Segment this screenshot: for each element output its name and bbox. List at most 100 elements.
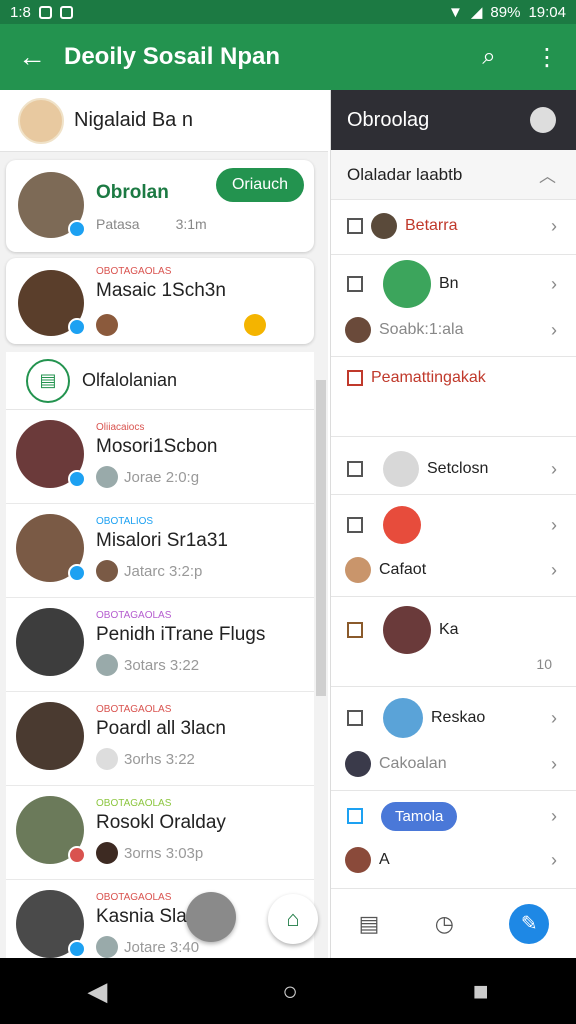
mini-avatar bbox=[96, 560, 118, 582]
mini-avatar bbox=[371, 213, 397, 239]
back-button[interactable]: ← bbox=[0, 41, 64, 73]
status-time: 19:04 bbox=[528, 3, 566, 21]
chevron-right-icon: › bbox=[551, 319, 557, 340]
section-header[interactable]: ▤ Olfalolanian bbox=[6, 352, 314, 410]
item-label: Cakoalan bbox=[379, 755, 447, 772]
chevron-right-icon: › bbox=[551, 458, 557, 479]
status-bar: 1:8 ▼ ◢ 89% 19:04 bbox=[0, 0, 576, 24]
chevron-up-icon: ︿ bbox=[539, 167, 556, 186]
row-sub-text: Jorae 2:0:g bbox=[124, 468, 200, 486]
avatar bbox=[383, 506, 421, 544]
mini-avatar bbox=[345, 751, 371, 777]
item-label: Ka bbox=[439, 621, 459, 638]
avatar bbox=[16, 514, 86, 582]
panel-toolbar: ▤ ◷ ✎ bbox=[331, 888, 576, 958]
checkbox[interactable] bbox=[347, 517, 363, 533]
card-sub-text: Patasa bbox=[96, 216, 140, 232]
checkbox[interactable] bbox=[347, 710, 363, 726]
verified-badge-icon bbox=[68, 220, 86, 238]
avatar bbox=[16, 608, 84, 676]
avatar bbox=[18, 172, 86, 238]
list-item[interactable]: OBOTAGAOLAS Poardl all 3lacn 3orhs 3:22 bbox=[6, 692, 314, 786]
panel-item[interactable]: A › bbox=[331, 838, 576, 882]
mini-avatar bbox=[96, 466, 118, 488]
chevron-right-icon: › bbox=[551, 707, 557, 728]
back-nav-icon[interactable]: ◀ bbox=[87, 976, 107, 1007]
mini-avatar bbox=[96, 314, 118, 336]
checkbox[interactable] bbox=[347, 218, 363, 234]
calendar-icon: ▤ bbox=[26, 358, 70, 403]
chevron-right-icon: › bbox=[551, 805, 557, 826]
wifi-icon: ▼ bbox=[448, 3, 463, 21]
row-tag: OBOTAGAOLAS bbox=[96, 892, 172, 903]
row-name: Poardl all 3lacn bbox=[96, 718, 226, 739]
app-icon bbox=[59, 5, 73, 19]
card-action-button[interactable]: Oriauch bbox=[215, 168, 304, 202]
row-sub-text: Jatarc 3:2:p bbox=[124, 562, 203, 580]
checkbox[interactable] bbox=[347, 461, 363, 477]
row-tag: OBOTALIOS bbox=[96, 516, 154, 527]
more-menu-button[interactable]: ⋮ bbox=[518, 43, 576, 72]
home-button[interactable]: ⌂ bbox=[268, 894, 318, 944]
avatar bbox=[383, 260, 431, 308]
search-button[interactable]: ⌕ bbox=[460, 43, 518, 71]
panel-item[interactable]: Bn › bbox=[331, 256, 576, 312]
chevron-right-icon: › bbox=[551, 273, 557, 294]
scrollbar[interactable] bbox=[316, 380, 326, 696]
item-label: A bbox=[379, 851, 390, 868]
panel-item[interactable]: Cakoalan › bbox=[331, 742, 576, 786]
list-item[interactable]: OBOTAGAOLAS Penidh iTrane Flugs 3otars 3… bbox=[6, 598, 314, 692]
chat-bubble-button[interactable] bbox=[186, 892, 236, 942]
avatar bbox=[16, 702, 84, 770]
mini-avatar bbox=[96, 748, 118, 770]
row-tag: Oliiacaiocs bbox=[96, 422, 145, 433]
calendar-icon[interactable]: ▤ bbox=[359, 911, 380, 937]
panel-item[interactable]: Ka bbox=[331, 602, 576, 658]
panel-item[interactable]: › bbox=[331, 500, 576, 550]
panel-item[interactable]: Peamattingakak bbox=[331, 356, 576, 400]
card-sub bbox=[96, 314, 266, 336]
item-label: Betarra bbox=[405, 217, 458, 234]
row-sub: 3orns 3:03p bbox=[96, 842, 203, 864]
account-icon[interactable] bbox=[530, 107, 556, 133]
home-nav-icon[interactable]: ○ bbox=[282, 976, 298, 1007]
checkbox[interactable] bbox=[347, 622, 363, 638]
mini-avatar bbox=[345, 317, 371, 343]
chat-list: Oliiacaiocs Mosori1Scbon Jorae 2:0:g OBO… bbox=[6, 410, 314, 958]
mini-avatar bbox=[96, 936, 118, 958]
row-sub-text: 3otars 3:22 bbox=[124, 656, 200, 674]
checkbox[interactable] bbox=[347, 370, 363, 386]
featured-card[interactable]: Obrolan Patasa 3:1m Oriauch bbox=[6, 160, 314, 252]
row-name: Kasnia Sla bbox=[96, 906, 187, 927]
panel-subheader[interactable]: Olaladar laabtb ︿ bbox=[331, 150, 576, 200]
panel-item[interactable]: Soabk:1:ala › bbox=[331, 308, 576, 352]
mini-avatar bbox=[96, 842, 118, 864]
app-bar: ← Deoily Sosail Npan ⌕ ⋮ bbox=[0, 24, 576, 90]
item-chip[interactable]: Tamola bbox=[381, 801, 458, 831]
checkbox[interactable] bbox=[347, 276, 363, 292]
notification-icon bbox=[38, 5, 52, 19]
row-name: Mosori1Scbon bbox=[96, 436, 218, 457]
list-item[interactable]: Oliiacaiocs Mosori1Scbon Jorae 2:0:g bbox=[6, 410, 314, 504]
row-sub-text: Jotare 3:40 bbox=[124, 938, 200, 956]
row-sub: 3otars 3:22 bbox=[96, 654, 199, 676]
chevron-right-icon: › bbox=[551, 514, 557, 535]
profile-row[interactable]: Nigalaid Ba n bbox=[0, 90, 328, 152]
panel-item[interactable]: Reskao › bbox=[331, 690, 576, 746]
panel-item[interactable]: Betarra › bbox=[331, 204, 576, 248]
checkbox[interactable] bbox=[347, 808, 363, 824]
list-item[interactable]: OBOTAGAOLAS Rosokl Oralday 3orns 3:03p bbox=[6, 786, 314, 880]
list-item[interactable]: OBOTALIOS Misalori Sr1a31 Jatarc 3:2:p bbox=[6, 504, 314, 598]
compose-button[interactable]: ✎ bbox=[509, 903, 550, 944]
panel-item[interactable]: Setclosn › bbox=[331, 442, 576, 496]
featured-card-2[interactable]: OBOTAGAOLAS Masaic 1Sch3n bbox=[6, 258, 314, 344]
panel-item[interactable]: Cafaot › bbox=[331, 548, 576, 592]
panel-item[interactable]: Tamola › bbox=[331, 794, 576, 838]
row-tag: OBOTAGAOLAS bbox=[96, 704, 172, 715]
clock-icon[interactable]: ◷ bbox=[435, 911, 454, 937]
chevron-right-icon: › bbox=[551, 559, 557, 580]
item-count: 10 bbox=[536, 656, 552, 672]
recents-nav-icon[interactable]: ■ bbox=[473, 976, 489, 1007]
chevron-right-icon: › bbox=[551, 753, 557, 774]
avatar bbox=[383, 606, 431, 654]
